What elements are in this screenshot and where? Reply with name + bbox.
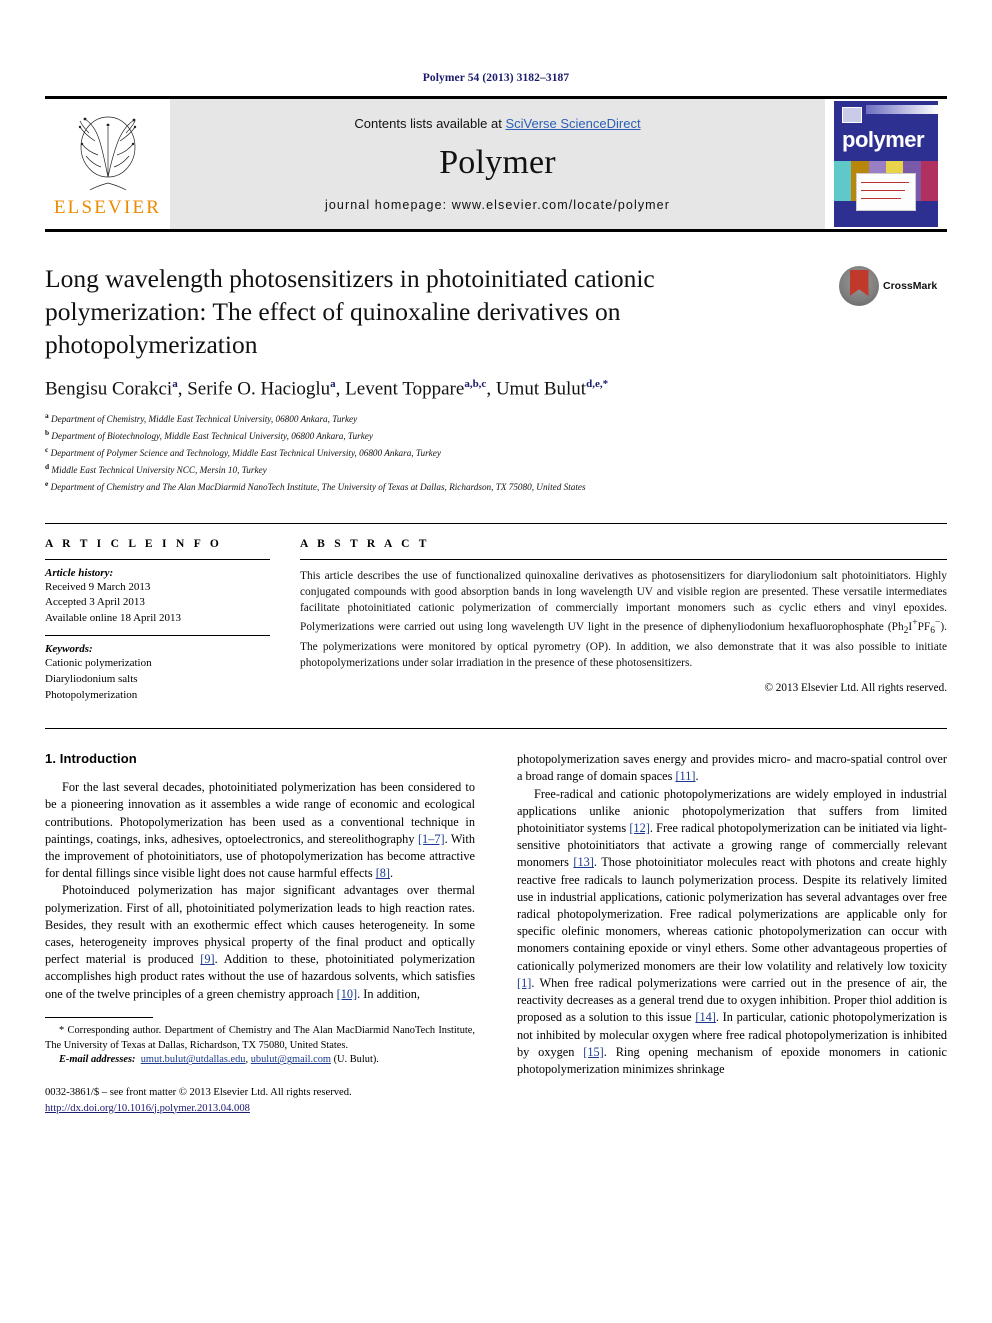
author-affiliation-mark: a (172, 378, 178, 391)
body-paragraph: Photoinduced polymerization has major si… (45, 883, 475, 1001)
article-history-group: Article history: Received 9 March 2013 Ac… (45, 560, 270, 636)
keyword-item: Cationic polymerization (45, 657, 152, 670)
running-head: Polymer 54 (2013) 3182–3187 (422, 72, 570, 84)
affiliation-mark: d (45, 461, 50, 471)
citation-link[interactable]: [15] (583, 1045, 604, 1059)
crossmark-badge[interactable]: CrossMark (839, 262, 947, 306)
title-main: Long wavelength photosensitizers in phot… (45, 262, 839, 495)
cover-title: polymer (842, 127, 925, 152)
article-history-item: Accepted 3 April 2013 (45, 596, 145, 609)
formula-superscript: − (934, 617, 941, 628)
email-suffix: (U. Bulut). (331, 1054, 379, 1066)
body-paragraph: Free-radical and cationic photopolymeriz… (517, 786, 947, 1076)
citation-link[interactable]: [8] (376, 866, 390, 880)
journal-title: Polymer (439, 144, 556, 181)
author-affiliation-mark: a,b,c (464, 378, 487, 391)
body-divider (45, 728, 947, 730)
journal-cover: polymer (825, 99, 947, 229)
journal-homepage[interactable]: journal homepage: www.elsevier.com/locat… (325, 198, 670, 212)
affiliation-list: a Department of Chemistry, Middle East T… (45, 410, 825, 495)
abstract-copyright: © 2013 Elsevier Ltd. All rights reserved… (764, 682, 948, 695)
footnote-rule (45, 1016, 153, 1018)
keyword-item: Diaryliodonium salts (45, 673, 138, 686)
contents-available-line: Contents lists available at SciVerse Sci… (354, 116, 640, 131)
article-history-label: Article history: (45, 566, 114, 579)
doi-link[interactable]: http://dx.doi.org/10.1016/j.polymer.2013… (45, 1103, 250, 1114)
email-label: E-mail addresses: (59, 1054, 136, 1066)
author-name: Levent Toppare (345, 378, 465, 400)
footer-block: 0032-3861/$ – see front matter © 2013 El… (45, 1085, 475, 1116)
keyword-item: Photopolymerization (45, 688, 138, 701)
author-affiliation-mark: d,e,* (586, 378, 609, 391)
journal-masthead: ELSEVIER Contents lists available at Sci… (45, 96, 947, 232)
cover-footer-text (834, 215, 938, 221)
title-block: Long wavelength photosensitizers in phot… (45, 262, 947, 495)
affiliation-mark: e (45, 478, 49, 488)
paper-page: Polymer 54 (2013) 3182–3187 ELSEVIER Con… (0, 0, 992, 1323)
citation-link[interactable]: [1–7] (418, 832, 445, 846)
citation-link[interactable]: [12] (629, 821, 650, 835)
affiliation-item: a Department of Chemistry, Middle East T… (45, 410, 358, 424)
citation-link[interactable]: [13] (573, 855, 594, 869)
affiliation-item: d Middle East Technical University NCC, … (45, 461, 267, 475)
crossmark-label: CrossMark (883, 280, 938, 292)
affiliation-mark: a (45, 410, 49, 420)
crossmark-icon (839, 266, 879, 306)
author-affiliation-mark: a (330, 378, 336, 391)
body-paragraph: For the last several decades, photoiniti… (45, 780, 475, 881)
footnote-block: * Corresponding author. Department of Ch… (45, 1016, 475, 1068)
affiliation-mark: c (45, 444, 49, 454)
keywords-group: Keywords: Cationic polymerization Diaryli… (45, 636, 270, 712)
body-columns: 1. Introduction For the last several dec… (45, 751, 947, 1116)
corresponding-author-note: * Corresponding author. Department of Ch… (45, 1024, 475, 1051)
article-info-heading: A R T I C L E I N F O (45, 537, 223, 550)
page-title: Long wavelength photosensitizers in phot… (45, 264, 655, 360)
author-name: Bengisu Corakci (45, 378, 173, 400)
article-history-item: Received 9 March 2013 (45, 580, 151, 593)
issn-line: 0032-3861/$ – see front matter © 2013 El… (45, 1087, 352, 1099)
right-column-paragraphs: photopolymerization saves energy and pro… (517, 751, 947, 1078)
email-addresses-line: E-mail addresses: umut.bulut@utdallas.ed… (45, 1053, 475, 1068)
email-link-1[interactable]: umut.bulut@utdallas.edu (141, 1054, 246, 1065)
citation-link[interactable]: [10] (337, 987, 358, 1001)
left-column: 1. Introduction For the last several dec… (45, 751, 475, 1116)
citation-link[interactable]: [11] (675, 769, 695, 783)
info-abstract-section: A R T I C L E I N F O Article history: R… (45, 522, 947, 713)
cover-art: polymer (834, 101, 938, 227)
right-column: photopolymerization saves energy and pro… (517, 751, 947, 1116)
cover-gradient-bar (866, 105, 938, 114)
article-history-items: Received 9 March 2013 Accepted 3 April 20… (45, 580, 270, 627)
introduction-heading: 1. Introduction (45, 751, 137, 767)
author-name: Serife O. Hacioglu (187, 378, 331, 400)
elsevier-wordmark: ELSEVIER (53, 197, 162, 218)
citation-link[interactable]: [9] (200, 952, 214, 966)
body-paragraph: photopolymerization saves energy and pro… (517, 752, 947, 784)
author-name: Umut Bulut (495, 378, 587, 400)
formula-superscript: + (912, 617, 918, 628)
cover-emblem-icon (842, 107, 862, 123)
cover-inset-figure (856, 173, 916, 211)
left-column-paragraphs: For the last several decades, photoiniti… (45, 779, 475, 1003)
contents-prefix: Contents lists available at (354, 116, 506, 131)
keywords-label: Keywords: (45, 643, 93, 656)
affiliation-item: b Department of Biotechnology, Middle Ea… (45, 427, 373, 441)
elsevier-logo: ELSEVIER (45, 99, 170, 229)
abstract-heading: A B S T R A C T (300, 537, 430, 550)
formula-subscript: 2 (903, 625, 909, 636)
abstract-text: This article describes the use of functi… (300, 569, 947, 670)
affiliation-item: e Department of Chemistry and The Alan M… (45, 478, 586, 492)
abstract-column: A B S T R A C T This article describes t… (300, 538, 947, 713)
author-list: Bengisu Corakcia, Serife O. Hacioglua, L… (45, 378, 609, 400)
masthead-center: Contents lists available at SciVerse Sci… (170, 99, 825, 229)
citation-link[interactable]: [1] (517, 976, 531, 990)
citation-link[interactable]: [14] (695, 1010, 716, 1024)
article-info-column: A R T I C L E I N F O Article history: R… (45, 538, 300, 713)
sciencedirect-link[interactable]: SciVerse ScienceDirect (505, 116, 640, 131)
email-link-2[interactable]: ubulut@gmail.com (251, 1054, 331, 1065)
keywords-items: Cationic polymerization Diaryliodonium sa… (45, 656, 270, 703)
elsevier-tree-icon (65, 111, 151, 195)
affiliation-item: c Department of Polymer Science and Tech… (45, 444, 441, 458)
affiliation-mark: b (45, 427, 50, 437)
article-history-item: Available online 18 April 2013 (45, 611, 182, 624)
